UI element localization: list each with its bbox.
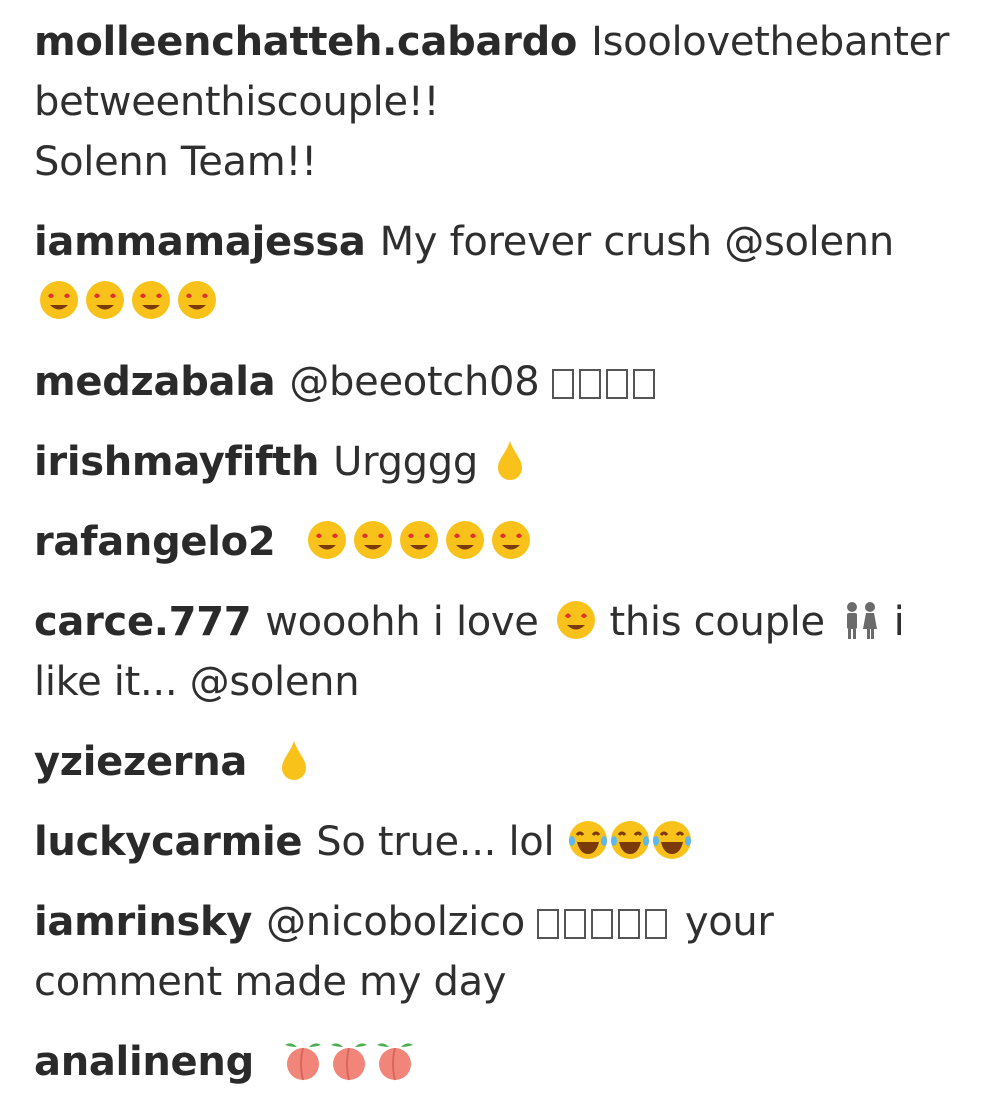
comment-text: @nicobolzico xyxy=(266,899,525,945)
missing-glyph-icon xyxy=(578,369,601,399)
missing-glyph-group xyxy=(551,359,660,405)
missing-glyph-icon xyxy=(551,369,574,399)
couple-icon xyxy=(841,599,881,641)
missing-glyph-icon xyxy=(645,909,668,939)
comment-username[interactable]: molleenchatteh.cabardo xyxy=(34,19,577,65)
missing-glyph-icon xyxy=(605,369,628,399)
comment-item: irishmayfifth Urgggg xyxy=(34,432,984,492)
missing-glyph-icon xyxy=(618,909,641,939)
comment-item: yziezerna xyxy=(34,732,984,792)
laugh-icon xyxy=(567,819,609,861)
comment-text: Urgggg xyxy=(333,439,478,485)
heart-eyes-icon xyxy=(176,279,218,321)
heart-eyes-icon xyxy=(130,279,172,321)
comment-text: this couple xyxy=(609,599,825,645)
comment-text: So true... lol xyxy=(316,819,555,865)
missing-glyph-icon xyxy=(537,909,560,939)
comment-text-line: comment made my day xyxy=(34,959,507,1005)
comment-text-line: betweenthiscouple!! xyxy=(34,79,440,125)
missing-glyph-icon xyxy=(564,909,587,939)
comment-item: medzabala @beeotch08 xyxy=(34,352,984,412)
heart-eyes-icon xyxy=(38,279,80,321)
comment-item: rafangelo2 xyxy=(34,512,984,572)
heart-eyes-icon xyxy=(84,279,126,321)
peach-icon xyxy=(326,1039,372,1081)
comment-item: carce.777 wooohh i love this couple i lik… xyxy=(34,592,984,712)
comment-item: analineng xyxy=(34,1032,984,1092)
comment-text: Isoolovethebanter xyxy=(591,19,950,65)
comment-username[interactable]: yziezerna xyxy=(34,739,247,785)
comment-list: molleenchatteh.cabardo Isoolovethebanter … xyxy=(34,12,984,1112)
heart-eyes-icon xyxy=(352,519,394,561)
comment-item: molleenchatteh.cabardo Isoolovethebanter … xyxy=(34,12,984,192)
comment-username[interactable]: luckycarmie xyxy=(34,819,303,865)
comment-text-line: like it... @solenn xyxy=(34,659,360,705)
missing-glyph-group xyxy=(537,899,672,945)
comment-username[interactable]: iamrinsky xyxy=(34,899,252,945)
comment-username[interactable]: rafangelo2 xyxy=(34,519,276,565)
comment-item: iamrinsky @nicobolzico your comment made … xyxy=(34,892,984,1012)
comment-text: My forever crush @solenn xyxy=(379,219,895,265)
heart-eyes-icon xyxy=(555,599,597,641)
comment-text: i xyxy=(893,599,905,645)
comment-text-line: Solenn Team!! xyxy=(34,139,317,185)
heart-eyes-icon xyxy=(444,519,486,561)
drop-icon xyxy=(494,439,526,481)
emoji-group xyxy=(567,812,693,872)
laugh-icon xyxy=(609,819,651,861)
comment-username[interactable]: carce.777 xyxy=(34,599,252,645)
comment-text: your xyxy=(684,899,774,945)
missing-glyph-icon xyxy=(591,909,614,939)
emoji-group xyxy=(280,1032,418,1092)
peach-icon xyxy=(372,1039,418,1081)
heart-eyes-icon xyxy=(490,519,532,561)
missing-glyph-icon xyxy=(632,369,655,399)
emoji-group xyxy=(34,272,984,332)
comment-item: iammamajessa My forever crush @solenn xyxy=(34,212,984,332)
peach-icon xyxy=(280,1039,326,1081)
drop-icon xyxy=(278,739,310,781)
comment-username[interactable]: medzabala xyxy=(34,359,276,405)
comment-username[interactable]: iammamajessa xyxy=(34,219,366,265)
comment-username[interactable]: irishmayfifth xyxy=(34,439,319,485)
emoji-group xyxy=(302,512,532,572)
comment-username[interactable]: analineng xyxy=(34,1039,254,1085)
heart-eyes-icon xyxy=(306,519,348,561)
comment-text: @beeotch08 xyxy=(289,359,540,405)
comment-text: wooohh i love xyxy=(265,599,539,645)
laugh-icon xyxy=(651,819,693,861)
heart-eyes-icon xyxy=(398,519,440,561)
comment-item: luckycarmie So true... lol xyxy=(34,812,984,872)
